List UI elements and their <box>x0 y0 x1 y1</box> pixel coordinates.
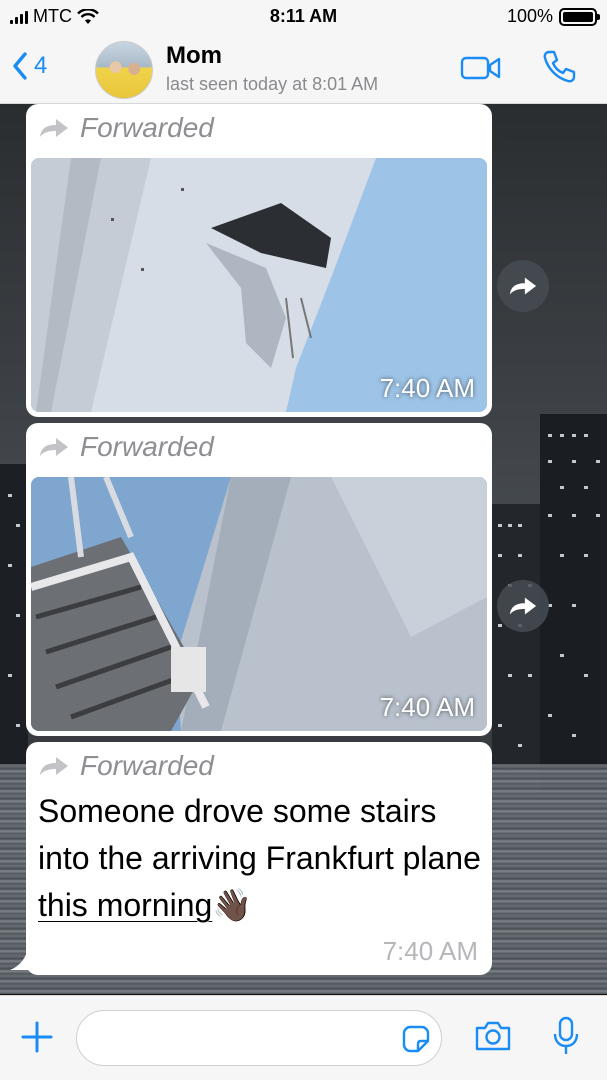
forwarded-label: Forwarded <box>26 431 214 463</box>
message-text-link[interactable]: this morning <box>38 887 212 923</box>
sticker-icon[interactable] <box>402 1025 430 1053</box>
message-text: Someone drove some stairs into the arriv… <box>38 788 488 929</box>
plus-icon[interactable] <box>20 1020 54 1054</box>
back-button[interactable]: 4 <box>12 52 47 80</box>
waving-hand-emoji: 👋🏿 <box>212 887 253 923</box>
microphone-icon[interactable] <box>552 1016 580 1056</box>
message-time: 7:40 AM <box>379 373 475 403</box>
share-icon <box>509 277 537 295</box>
share-button[interactable] <box>497 580 549 632</box>
forwarded-text: Forwarded <box>80 750 214 781</box>
camera-icon[interactable] <box>474 1020 512 1052</box>
forwarded-text: Forwarded <box>80 431 214 462</box>
contact-name[interactable]: Mom <box>166 42 222 70</box>
status-bar: MTC 8:11 AM 100% <box>0 0 607 34</box>
forwarded-label: Forwarded <box>26 112 214 144</box>
avatar[interactable] <box>95 41 153 99</box>
message-bubble[interactable]: Forwarded 7:40 AM <box>26 423 492 736</box>
forward-arrow-icon <box>40 119 68 137</box>
last-seen-status: last seen today at 8:01 AM <box>166 74 379 94</box>
forward-arrow-icon <box>40 438 68 456</box>
video-call-icon[interactable] <box>460 55 502 81</box>
message-bubble[interactable]: Forwarded 7:40 AM <box>26 104 492 417</box>
message-time: 7:40 AM <box>382 936 478 966</box>
unread-count: 4 <box>34 52 48 79</box>
battery-icon <box>559 7 600 26</box>
phone-icon[interactable] <box>540 48 578 86</box>
share-icon <box>509 597 537 615</box>
battery-percent: 100% <box>506 6 553 26</box>
message-image[interactable]: 7:40 AM <box>31 158 487 412</box>
status-right: 100% <box>506 6 600 27</box>
forward-arrow-icon <box>40 757 68 775</box>
message-text-main: Someone drove some stairs into the arriv… <box>38 793 481 876</box>
chat-header: 4 Mom last seen today at 8:01 AM <box>0 34 607 104</box>
forwarded-text: Forwarded <box>80 112 214 143</box>
share-button[interactable] <box>497 260 549 312</box>
battery-fill <box>563 11 593 22</box>
forwarded-label: Forwarded <box>26 750 214 782</box>
message-image[interactable]: 7:40 AM <box>31 477 487 731</box>
message-time: 7:40 AM <box>379 692 475 722</box>
message-bubble[interactable]: Forwarded Someone drove some stairs into… <box>26 742 492 975</box>
message-input-bar <box>0 995 607 1080</box>
message-input[interactable] <box>76 1010 442 1066</box>
back-chevron-icon <box>13 52 27 80</box>
